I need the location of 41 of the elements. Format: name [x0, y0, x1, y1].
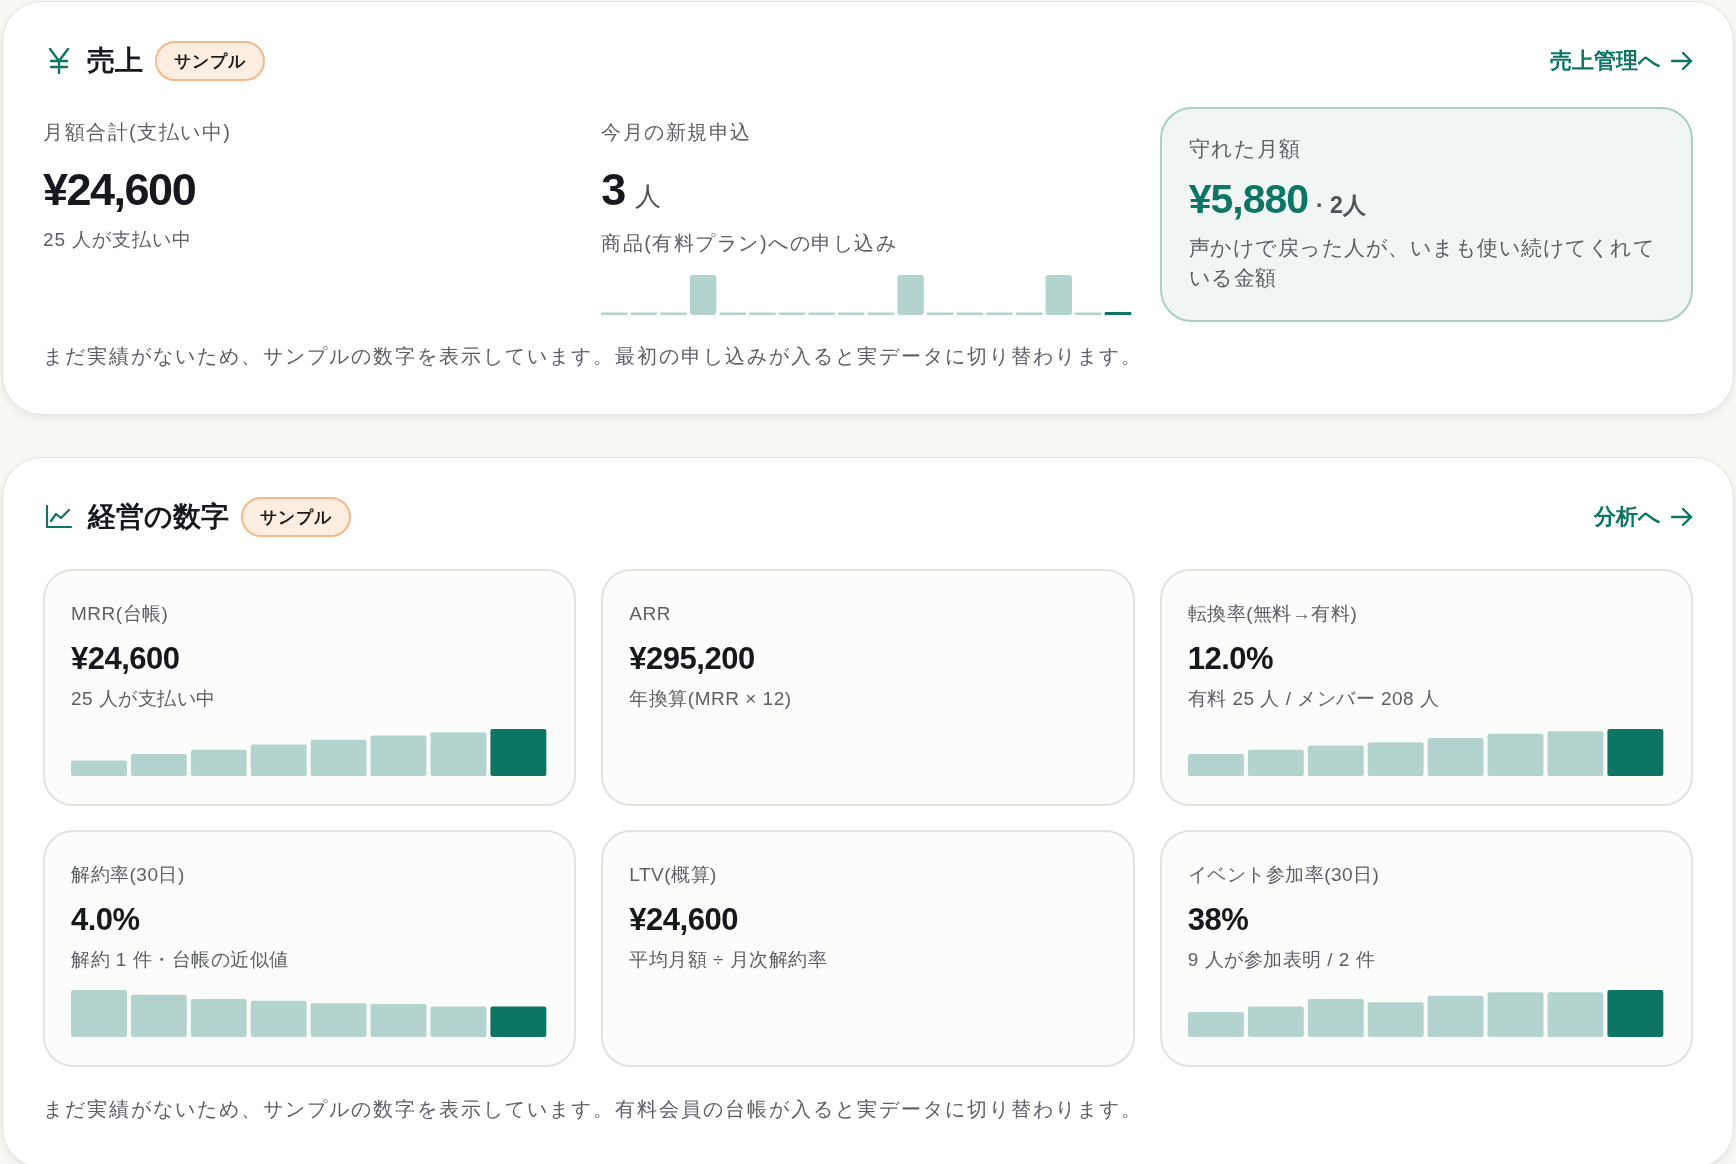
line-chart-icon — [45, 505, 72, 529]
metric-note: 解約 1 件・台帳の近似値 — [71, 948, 290, 972]
stat-note: 商品(有料プラン)への申し込み — [601, 231, 899, 256]
metric-value: 38% — [1187, 901, 1250, 939]
stat-note: 25 人が支払い中 — [43, 228, 194, 252]
metric-label: MRR(台帳) — [71, 602, 170, 626]
stat-value: ¥24,600 — [43, 164, 196, 216]
metric-note: 年換算(MRR × 12) — [629, 687, 793, 711]
footnote: まだ実績がないため、サンプルの数字を表示しています。最初の申し込みが入ると実データに切り替わります。 — [43, 344, 1144, 369]
highlight-count: · 2人 — [1316, 191, 1366, 220]
analysis-link[interactable]: 分析へ — [1594, 502, 1693, 532]
section-title: 売上 — [87, 44, 143, 78]
metric-value: ¥295,200 — [629, 640, 756, 678]
yen-icon — [48, 48, 70, 74]
metric-value: ¥24,600 — [71, 640, 181, 678]
sales-management-link[interactable]: 売上管理へ — [1550, 46, 1693, 76]
highlight-note: 声かけで戻った人が、いまも使い続けてくれている金額 — [1188, 235, 1657, 291]
footnote: まだ実績がないため、サンプルの数字を表示しています。有料会員の台帳が入ると実データに切り替わります。 — [43, 1097, 1144, 1122]
highlight-value: ¥5,880 — [1188, 175, 1309, 224]
metric-note: 平均月額 ÷ 月次解約率 — [629, 948, 829, 972]
metric-value: 12.0% — [1187, 640, 1275, 678]
metric-note: 25 人が支払い中 — [71, 687, 217, 711]
metric-label: イベント参加率(30日) — [1187, 863, 1381, 887]
metric-label: ARR — [629, 602, 672, 626]
arrow-right-icon — [1671, 507, 1693, 527]
stat-label: 月額合計(支払い中) — [43, 120, 233, 145]
arrow-right-icon — [1671, 51, 1693, 71]
metric-label: 解約率(30日) — [71, 863, 186, 887]
stat-value: 3 — [601, 164, 625, 216]
metric-note: 9 人が参加表明 / 2 件 — [1187, 948, 1377, 972]
metric-note: 有料 25 人 / メンバー 208 人 — [1187, 687, 1441, 711]
metric-value: 4.0% — [71, 901, 141, 939]
highlight-label: 守れた月額 — [1188, 136, 1302, 162]
stat-label: 今月の新規申込 — [601, 120, 753, 145]
metric-label: 転換率(無料→有料) — [1187, 602, 1359, 626]
section-title: 経営の数字 — [88, 500, 229, 534]
unit-label: 人 — [634, 180, 661, 213]
metric-value: ¥24,600 — [629, 901, 739, 939]
sample-badge: サンプル — [155, 41, 265, 81]
metric-label: LTV(概算) — [629, 863, 718, 887]
sample-badge: サンプル — [241, 497, 351, 537]
